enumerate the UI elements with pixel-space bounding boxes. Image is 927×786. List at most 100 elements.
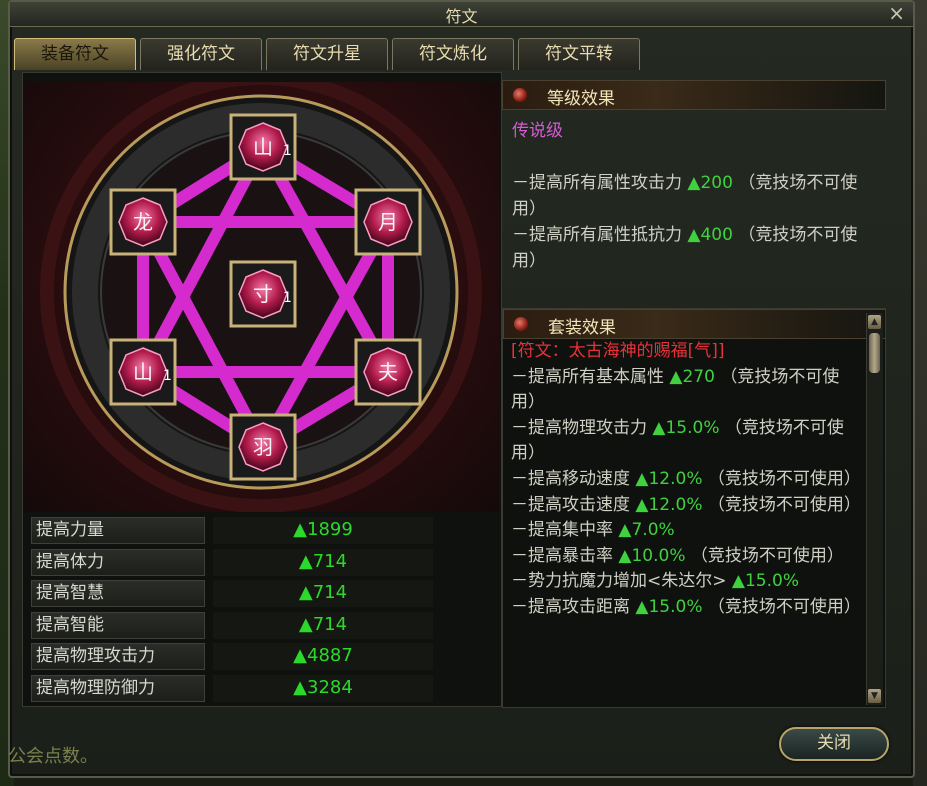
stat-row: 提高物理防御力 ▲3284 (31, 674, 493, 703)
set-effect-scrollbar[interactable]: ▲ ▼ (866, 313, 883, 705)
effect-text: －提高暴击率 (511, 545, 613, 566)
stat-row: 提高智慧 ▲714 (31, 580, 493, 608)
rune-glyph: 山 (133, 360, 153, 384)
effect-note: （竞技场不可使用） (690, 545, 844, 566)
effect-text: －提高攻击距离 (511, 596, 630, 617)
effect-text: －提高所有属性抵抗力 (512, 225, 682, 245)
stat-value: ▲4887 (213, 643, 433, 670)
orb-icon (513, 88, 527, 102)
set-effect-line: －提高物理攻击力 ▲15.0% （竞技场不可使用） (511, 416, 861, 467)
rune-slot-lower-right[interactable]: 夫 (354, 338, 422, 406)
rune-slot-center[interactable]: 寸 1 (229, 260, 297, 328)
scroll-thumb[interactable] (869, 333, 880, 373)
stat-label: 提高物理防御力 (31, 674, 205, 702)
set-effect-line: －提高攻击距离 ▲15.0% （竞技场不可使用） (511, 595, 861, 621)
effect-value: ▲7.0% (618, 520, 675, 541)
tab-rune-refine[interactable]: 符文炼化 (392, 38, 514, 70)
effect-value: ▲12.0% (635, 468, 703, 489)
background-right-strip (913, 0, 927, 786)
rune-glyph: 羽 (253, 435, 273, 459)
section-title: 套装效果 (548, 318, 616, 338)
grade-effect-line: －提高所有属性攻击力 ▲200 （竞技场不可使用） (502, 170, 882, 222)
effect-panel: 等级效果 传说级 －提高所有属性攻击力 ▲200 （竞技场不可使用） －提高所有… (500, 80, 890, 708)
window-title: 符文 (445, 7, 478, 26)
scroll-up-icon[interactable]: ▲ (868, 315, 881, 329)
effect-text: －提高所有基本属性 (511, 366, 664, 387)
set-effect-box[interactable]: 套装效果 [符文：太古海神的赐福[气]] －提高所有基本属性 ▲270 （竞技场… (502, 308, 886, 708)
rune-slot-upper-right[interactable]: 月 (354, 188, 422, 256)
effect-value: ▲15.0% (635, 596, 703, 617)
effect-value: ▲15.0% (652, 417, 720, 438)
grade-effect-line: －提高所有属性抵抗力 ▲400 （竞技场不可使用） (502, 222, 882, 274)
effect-note: （竞技场不可使用） (707, 468, 861, 489)
stat-row: 提高体力 ▲714 (31, 548, 493, 577)
rune-circle-area: 山 1 龙 月 寸 1 山 1 夫 羽 (23, 71, 499, 513)
effect-text: －提高物理攻击力 (511, 417, 647, 438)
rune-glyph: 夫 (378, 360, 398, 384)
set-effect-line: －提高移动速度 ▲12.0% （竞技场不可使用） (511, 467, 861, 493)
section-title: 等级效果 (547, 89, 615, 109)
rune-slot-bottom[interactable]: 羽 (229, 413, 297, 481)
stat-label: 提高体力 (31, 548, 205, 576)
effect-value: ▲10.0% (618, 545, 686, 566)
rune-level: 1 (283, 143, 292, 159)
set-effect-line: －提高暴击率 ▲10.0% （竞技场不可使用） (511, 544, 861, 570)
rune-glyph: 龙 (133, 210, 153, 234)
tab-equip-rune[interactable]: 装备符文 (14, 38, 136, 70)
scroll-down-icon[interactable]: ▼ (868, 689, 881, 703)
stat-value: ▲714 (213, 580, 433, 607)
grade-effect-header: 等级效果 (502, 80, 886, 110)
tab-rune-transfer[interactable]: 符文平转 (518, 38, 640, 70)
close-button[interactable]: 关闭 (779, 727, 889, 761)
rune-glyph: 月 (378, 210, 398, 234)
set-effect-line: －提高所有基本属性 ▲270 （竞技场不可使用） (511, 365, 861, 416)
stat-value: ▲714 (213, 548, 433, 576)
set-effect-line: －提高攻击速度 ▲12.0% （竞技场不可使用） (511, 493, 861, 519)
rune-glyph: 寸 (253, 282, 273, 306)
stat-row: 提高物理攻击力 ▲4887 (31, 643, 493, 671)
stat-row: 提高智能 ▲714 (31, 611, 493, 640)
rune-slot-top[interactable]: 山 1 (229, 113, 297, 181)
rune-level: 1 (163, 368, 172, 384)
stat-label: 提高智能 (31, 611, 205, 639)
stat-value: ▲714 (213, 611, 433, 639)
stat-label: 提高智慧 (31, 580, 205, 607)
effect-value: ▲270 (669, 366, 715, 387)
stat-label: 提高物理攻击力 (31, 643, 205, 670)
stat-row: 提高力量 ▲1899 (31, 517, 493, 545)
tab-rune-star-up[interactable]: 符文升星 (266, 38, 388, 70)
stat-value: ▲1899 (213, 517, 433, 544)
rune-glyph: 山 (253, 135, 273, 159)
rune-level: 1 (283, 290, 292, 306)
set-effect-text: [符文：太古海神的赐福[气]] －提高所有基本属性 ▲270 （竞技场不可使用）… (511, 339, 861, 621)
effect-value: ▲200 (687, 173, 733, 193)
title-bar[interactable]: 符文 × (10, 2, 913, 27)
stat-value: ▲3284 (213, 674, 433, 702)
rune-equip-panel: 山 1 龙 月 寸 1 山 1 夫 羽 提高力量 ▲1899 提高体力 ▲714… (22, 71, 502, 707)
effect-text: －提高集中率 (511, 520, 613, 541)
stat-label: 提高力量 (31, 517, 205, 544)
orb-icon (514, 317, 528, 331)
effect-text: －提高移动速度 (511, 468, 630, 489)
rune-slot-upper-left[interactable]: 龙 (109, 188, 177, 256)
rune-slot-lower-left[interactable]: 山 1 (109, 338, 177, 406)
grade-effect-box: 传说级 －提高所有属性攻击力 ▲200 （竞技场不可使用） －提高所有属性抵抗力… (502, 112, 886, 276)
tab-enhance-rune[interactable]: 强化符文 (140, 38, 262, 70)
effect-text: －势力抗魔力增加<朱达尔> (511, 571, 727, 592)
effect-value: ▲12.0% (635, 494, 703, 515)
stat-list: 提高力量 ▲1899 提高体力 ▲714 提高智慧 ▲714 提高智能 ▲714… (31, 517, 493, 706)
set-title: [符文：太古海神的赐福[气]] (511, 341, 725, 361)
grade-legend: 传说级 (512, 121, 563, 141)
close-icon[interactable]: × (888, 2, 905, 24)
set-effect-line: －势力抗魔力增加<朱达尔> ▲15.0% (511, 569, 861, 595)
set-effect-header: 套装效果 (503, 309, 885, 339)
effect-value: ▲15.0% (731, 571, 799, 592)
effect-note: （竞技场不可使用） (707, 596, 861, 617)
rune-circle: 山 1 龙 月 寸 1 山 1 夫 羽 (40, 71, 482, 513)
effect-note: （竞技场不可使用） (707, 494, 861, 515)
set-effect-line: －提高集中率 ▲7.0% (511, 518, 861, 544)
effect-text: －提高所有属性攻击力 (512, 173, 682, 193)
background-chat-text: 公会点数。 (8, 746, 98, 767)
effect-value: ▲400 (687, 225, 733, 245)
effect-text: －提高攻击速度 (511, 494, 630, 515)
